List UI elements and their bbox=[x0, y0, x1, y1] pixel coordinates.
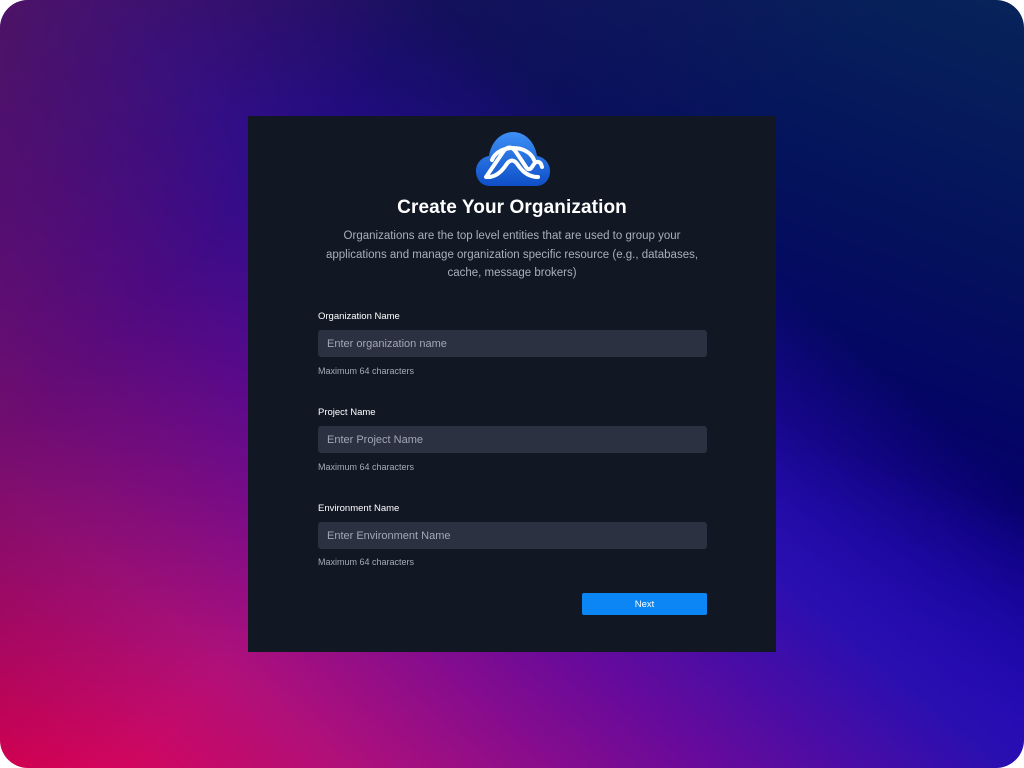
dialog-title: Create Your Organization bbox=[397, 197, 627, 218]
project-name-input[interactable] bbox=[318, 426, 707, 453]
organization-name-hint: Maximum 64 characters bbox=[318, 366, 415, 376]
environment-name-input[interactable] bbox=[318, 522, 707, 549]
dialog-description: Organizations are the top level entities… bbox=[325, 230, 699, 279]
project-name-label: Project Name bbox=[318, 407, 376, 418]
project-name-hint: Maximum 64 characters bbox=[318, 462, 415, 472]
organization-name-input[interactable] bbox=[318, 330, 707, 357]
organization-name-label: Organization Name bbox=[318, 311, 400, 322]
environment-name-label: Environment Name bbox=[318, 503, 400, 514]
environment-name-hint: Maximum 64 characters bbox=[318, 557, 415, 567]
next-button[interactable]: Next bbox=[582, 593, 707, 615]
cloud-logo-icon bbox=[476, 132, 550, 186]
